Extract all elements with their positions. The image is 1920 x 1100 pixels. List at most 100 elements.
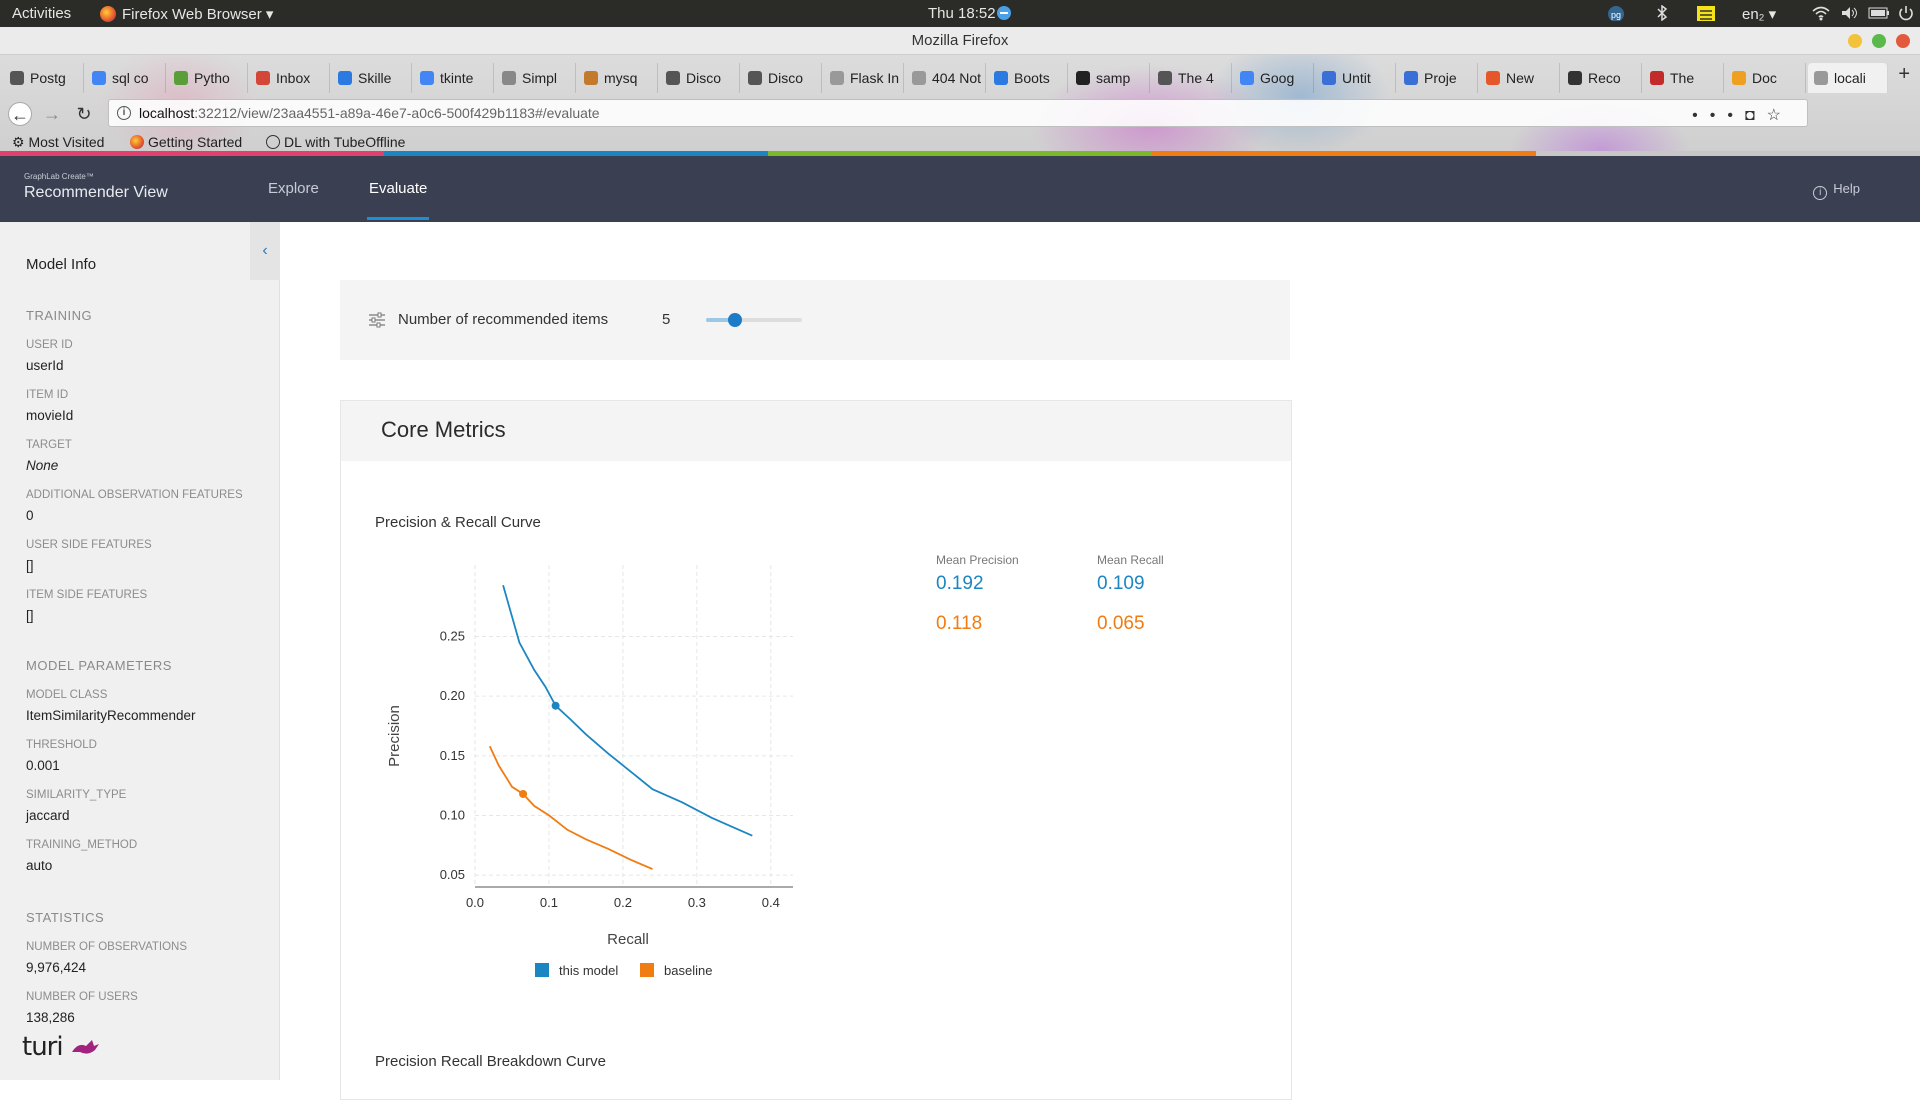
tab-label: The 4 [1178,70,1214,86]
field-label: TRAINING_METHOD [26,839,138,851]
nav-evaluate[interactable]: Evaluate [366,156,430,222]
field-label: NUMBER OF USERS [26,991,138,1003]
field-value: 0 [26,508,34,523]
browser-tab[interactable]: Simpl [496,63,576,93]
model-mean-recall: 0.109 [1097,573,1145,594]
y-tick-label: 0.15 [440,748,465,763]
tab-label: locali [1834,70,1866,86]
bookmark-dl-tubeoffline[interactable]: DL with TubeOffline [266,134,405,150]
activities-button[interactable]: Activities [12,5,71,22]
site-info-icon[interactable]: i [117,106,131,120]
browser-tab[interactable]: Disco [660,63,740,93]
help-link[interactable]: i Help [1813,156,1860,222]
tab-favicon-icon [666,71,680,85]
tab-label: Reco [1588,70,1621,86]
window-title: Mozilla Firefox [911,32,1009,49]
turi-logo-text: turi [22,1032,64,1062]
maximize-button[interactable] [1872,34,1886,48]
app-menu[interactable]: Firefox Web Browser ▾ [100,5,273,23]
browser-tab[interactable]: Reco [1562,63,1642,93]
tab-label: tkinte [440,70,474,86]
tab-favicon-icon [912,71,926,85]
notes-tray-icon[interactable] [1696,5,1716,21]
wifi-icon[interactable] [1812,5,1830,21]
x-tick-label: 0.4 [762,895,780,910]
browser-tab[interactable]: Goog [1234,63,1314,93]
minimize-button[interactable] [1848,34,1862,48]
tab-strip: Postg sql co Pytho Inbox Skille tkinte Simpl my… [0,59,1920,95]
browser-tab[interactable]: Inbox [250,63,330,93]
browser-tab[interactable]: Postg [4,63,84,93]
app-menu-label: Firefox Web Browser ▾ [122,6,274,23]
new-tab-button[interactable]: + [1898,63,1910,86]
field-value: userId [26,358,64,373]
bluetooth-icon[interactable] [1656,5,1668,21]
back-button[interactable]: ← [8,102,32,126]
tab-label: The [1670,70,1695,86]
browser-tab[interactable]: Proje [1398,63,1478,93]
browser-tab[interactable]: Disco [742,63,822,93]
browser-tab[interactable]: sql co [86,63,166,93]
browser-tab[interactable]: 404 Not [906,63,986,93]
recommended-items-label: Number of recommended items [398,311,609,328]
clock[interactable]: Thu 18:52 [928,5,996,22]
bookmark-getting-started[interactable]: Getting Started [130,134,242,150]
field-label: NUMBER OF OBSERVATIONS [26,941,188,953]
browser-tab[interactable]: Doc [1726,63,1806,93]
power-icon[interactable] [1898,5,1914,21]
volume-icon[interactable] [1840,5,1858,21]
tab-favicon-icon [92,71,106,85]
app-title: Recommender View [24,184,168,201]
browser-tab[interactable]: Flask In [824,63,904,93]
field-label: USER ID [26,339,73,351]
field-label: ITEM ID [26,389,69,401]
settings-panel: Number of recommended items 5 [340,280,1290,360]
bookmark-most-visited[interactable]: ⚙ Most Visited [12,134,104,151]
tab-favicon-icon [10,71,24,85]
browser-tab[interactable]: tkinte [414,63,494,93]
chart-title: Precision & Recall Curve [375,514,541,531]
browser-tab[interactable]: samp [1070,63,1150,93]
tab-favicon-icon [1322,71,1336,85]
tab-favicon-icon [256,71,270,85]
recommended-items-slider[interactable] [706,313,802,327]
bookmark-star-icon[interactable]: ☆ [1767,107,1793,124]
browser-tab[interactable]: mysq [578,63,658,93]
field-label: ADDITIONAL OBSERVATION FEATURES [26,489,243,501]
browser-tab[interactable]: Pytho [168,63,248,93]
slider-handle[interactable] [727,313,742,327]
x-tick-label: 0.1 [540,895,558,910]
reload-button[interactable]: ↻ [72,102,96,126]
pocket-icon[interactable]: ◘ [1745,107,1767,124]
firefox-icon [100,6,116,22]
nav-explore[interactable]: Explore [268,156,319,222]
url-bar[interactable]: i localhost:32212/view/23aa4551-a89a-46e… [108,99,1808,127]
y-tick-label: 0.25 [440,629,465,644]
browser-tab[interactable]: Boots [988,63,1068,93]
app-header: GraphLab Create™ Recommender View Explor… [0,156,1920,222]
keyboard-layout[interactable]: en₂ ▾ [1742,5,1776,23]
url-actions: •••◘☆ [1692,103,1793,129]
globe-icon [266,135,280,149]
browser-tab[interactable]: locali [1808,63,1888,93]
postgres-tray-icon[interactable]: pg [1606,5,1626,21]
firefox-icon [130,135,144,149]
field-value: 9,976,424 [26,960,87,975]
page-actions-icon[interactable]: ••• [1692,107,1745,124]
tab-favicon-icon [1732,71,1746,85]
field-label: THRESHOLD [26,739,97,751]
series-line-model [502,585,753,837]
close-window-button[interactable] [1896,34,1910,48]
precision-recall-chart[interactable]: 0.0 0.1 0.2 0.3 0.4 0.05 0.10 0.15 0.20 0.25 Recal… [375,551,805,1021]
x-tick-label: 0.2 [614,895,632,910]
tab-favicon-icon [420,71,434,85]
collapse-sidebar-button[interactable]: ‹ [250,222,280,280]
browser-tab[interactable]: Skille [332,63,412,93]
notification-icon[interactable] [996,5,1012,21]
battery-icon[interactable] [1868,5,1892,21]
browser-tab[interactable]: The [1644,63,1724,93]
forward-button[interactable]: → [40,102,64,126]
browser-tab[interactable]: The 4 [1152,63,1232,93]
browser-tab[interactable]: New [1480,63,1560,93]
browser-tab[interactable]: Untit [1316,63,1396,93]
